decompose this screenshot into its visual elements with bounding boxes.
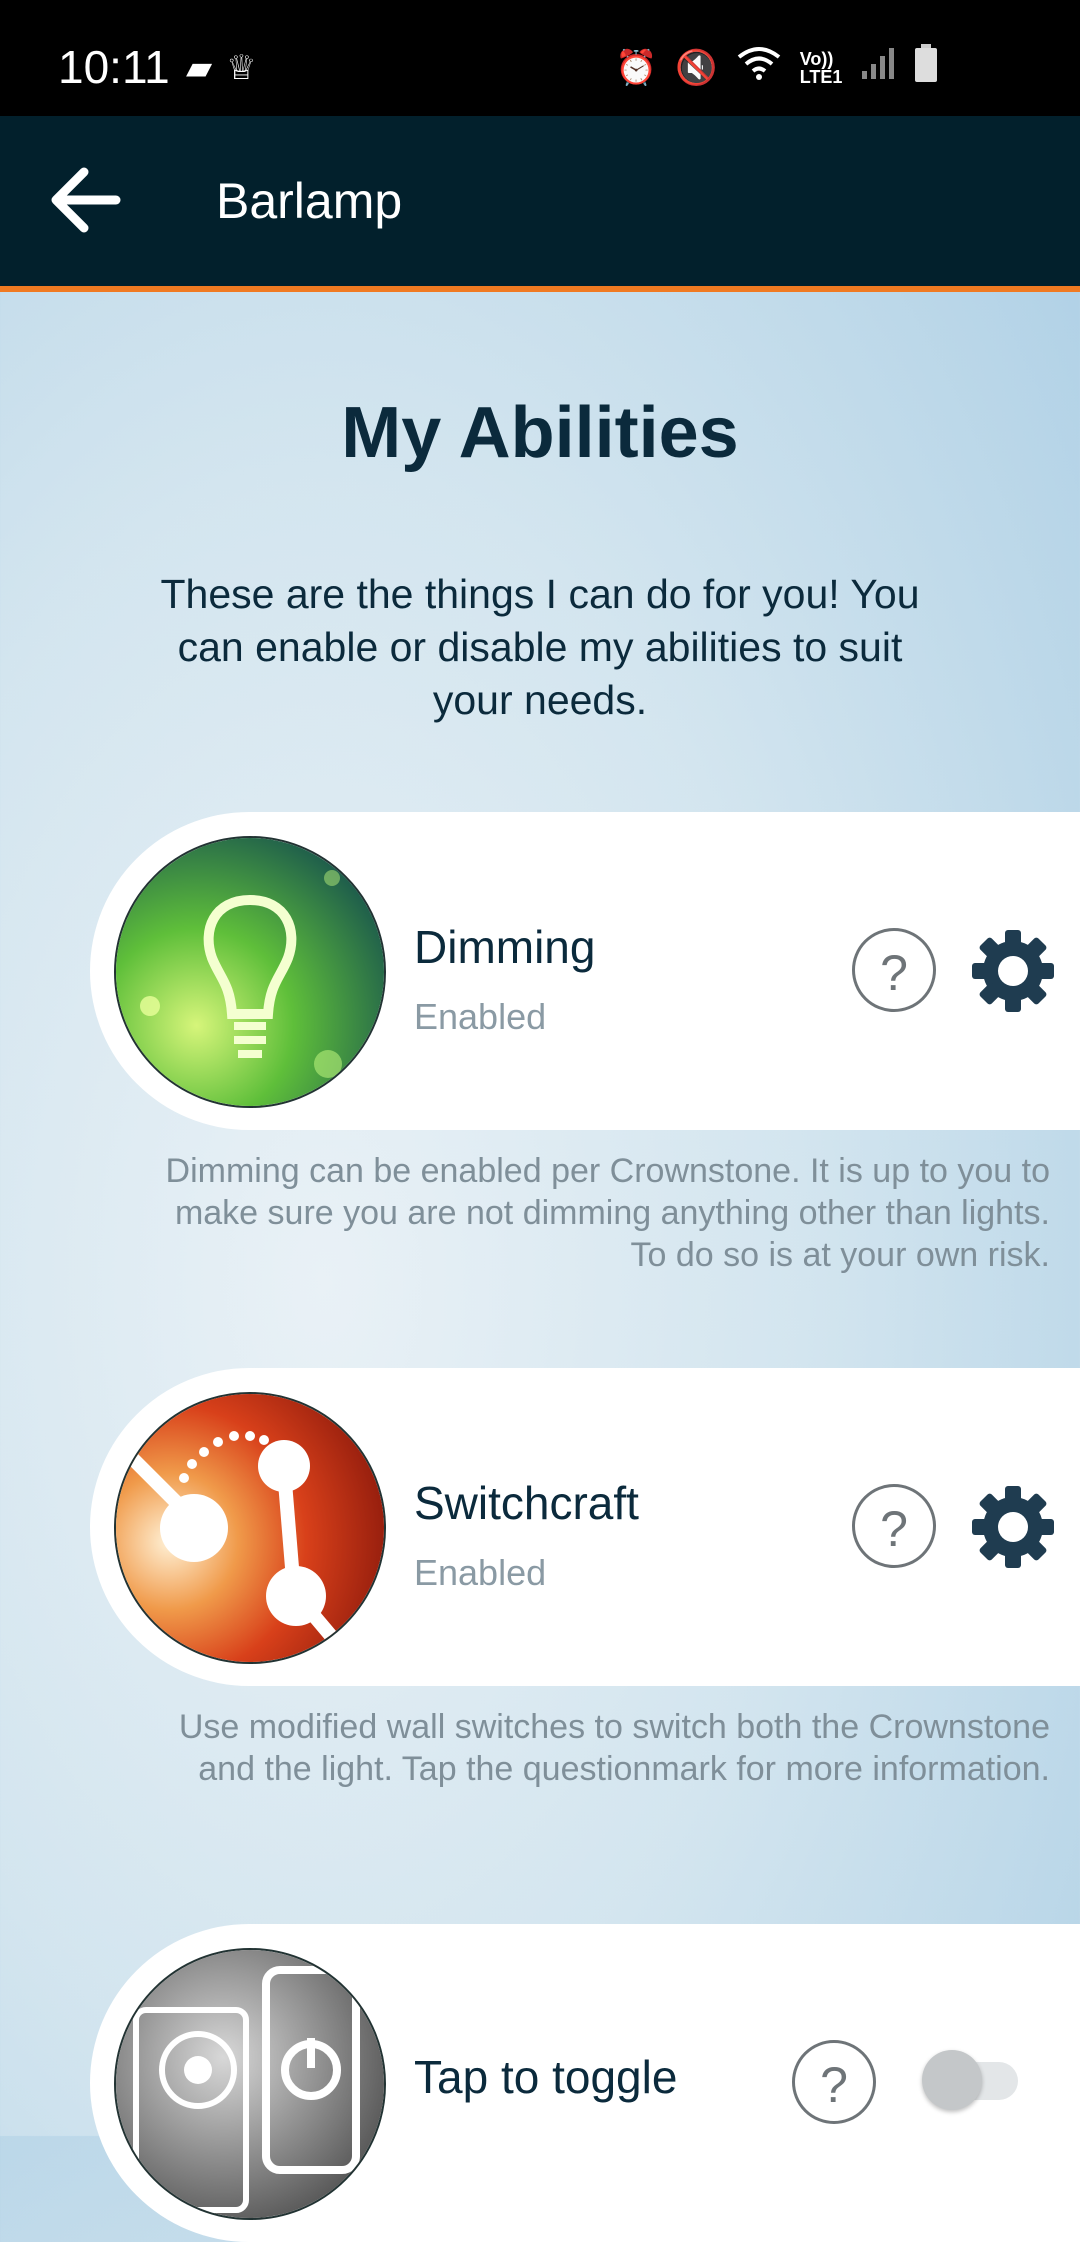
volte-icon: Vo)) LTE1 xyxy=(799,48,843,87)
alarm-icon: ⏰ xyxy=(615,48,658,87)
tap-to-toggle-icon xyxy=(114,1948,386,2220)
ability-description: Use modified wall switches to switch bot… xyxy=(178,1708,1050,1788)
gear-icon[interactable] xyxy=(970,928,1056,1014)
ability-name: Switchcraft xyxy=(414,1477,639,1529)
ability-name: Dimming xyxy=(414,921,596,973)
toggle-knob xyxy=(922,2050,982,2110)
status-time: 10:11 xyxy=(58,41,170,93)
page-title: My Abilities xyxy=(341,393,739,473)
crown-icon: ♕ xyxy=(226,49,271,87)
help-button[interactable]: ? xyxy=(852,928,936,1012)
back-button[interactable] xyxy=(46,164,126,236)
gear-icon[interactable] xyxy=(970,1484,1056,1570)
page-intro: These are the things I can do for you! Y… xyxy=(160,571,920,723)
app-bar: Barlamp xyxy=(0,116,1080,292)
ability-card-switchcraft: Switchcraft Enabled ? xyxy=(90,1368,1080,1686)
ability-status: Enabled xyxy=(414,996,547,1037)
system-icons: ⏰ 🔇 Vo)) LTE1 xyxy=(615,44,938,91)
mute-icon: 🔇 xyxy=(675,48,718,87)
app-bar-title: Barlamp xyxy=(216,173,403,229)
notification-icons: ▰♕ xyxy=(186,48,271,88)
arrow-left-icon xyxy=(51,167,121,233)
help-button[interactable]: ? xyxy=(792,2040,876,2124)
ability-description: Dimming can be enabled per Crownstone. I… xyxy=(165,1152,1050,1274)
signal-icon xyxy=(860,45,896,90)
help-button[interactable]: ? xyxy=(852,1484,936,1568)
ability-status: Enabled xyxy=(414,1552,547,1593)
lightbulb-icon xyxy=(114,836,386,1108)
app-icon: ▰ xyxy=(186,49,227,87)
status-bar: 10:11 ▰♕ ⏰ 🔇 Vo)) LTE1 xyxy=(0,0,1080,116)
switchcraft-icon xyxy=(114,1392,386,1664)
wifi-icon xyxy=(736,45,782,90)
ability-name: Tap to toggle xyxy=(414,2051,678,2103)
ability-card-tap-to-toggle: Tap to toggle ? xyxy=(90,1924,1080,2242)
ability-card-dimming: Dimming Enabled ? xyxy=(90,812,1080,1130)
ability-toggle[interactable] xyxy=(922,2050,1020,2110)
battery-icon xyxy=(914,44,938,91)
